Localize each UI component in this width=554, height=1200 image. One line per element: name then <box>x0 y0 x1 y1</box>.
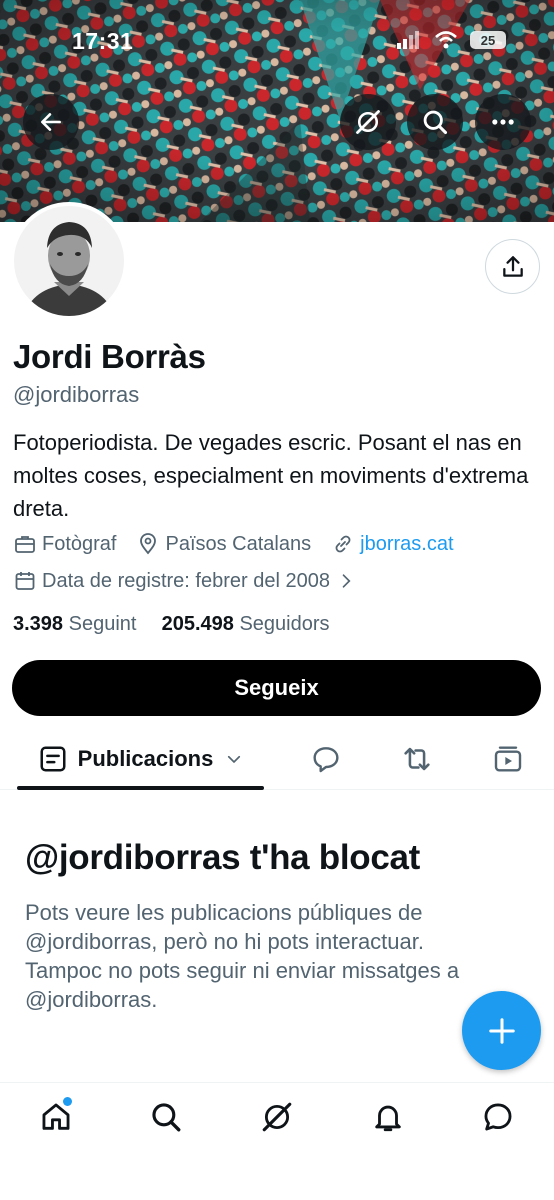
nav-home[interactable] <box>36 1097 76 1137</box>
grok-icon <box>356 110 380 134</box>
tab-media[interactable] <box>491 742 525 776</box>
following-stat[interactable]: 3.398 Seguint <box>13 613 136 635</box>
arrow-left-icon <box>41 113 61 131</box>
more-icon <box>492 119 514 125</box>
profile-stats: 3.398 Seguint 205.498 Seguidors <box>13 613 330 636</box>
grok-button[interactable] <box>340 94 396 150</box>
profile-banner[interactable]: 17:31 25 <box>0 0 554 222</box>
compose-button[interactable] <box>462 991 541 1070</box>
chevron-down-icon <box>228 755 241 764</box>
plus-icon <box>488 1017 515 1044</box>
avatar-image <box>14 206 124 316</box>
profile-tabs: Publicacions <box>0 728 554 790</box>
profile-joined[interactable]: Data de registre: febrer del 2008 <box>13 569 356 593</box>
nav-messages[interactable] <box>478 1097 518 1137</box>
search-icon <box>423 110 448 135</box>
nav-notifications[interactable] <box>368 1097 408 1137</box>
tab-reposts[interactable] <box>400 742 434 776</box>
profile-location: Països Catalans <box>136 532 311 556</box>
bell-icon <box>375 1105 401 1132</box>
status-bar: 17:31 25 <box>0 0 554 80</box>
video-icon <box>494 746 522 772</box>
reply-icon <box>313 747 339 773</box>
search-button[interactable] <box>407 94 463 150</box>
avatar[interactable] <box>10 202 128 320</box>
back-button[interactable] <box>23 94 79 150</box>
messages-icon <box>484 1103 512 1131</box>
briefcase-icon <box>15 536 35 553</box>
grok-icon <box>262 1102 292 1132</box>
nav-grok[interactable] <box>257 1097 297 1137</box>
wifi-icon <box>435 31 457 49</box>
posts-icon <box>40 746 66 772</box>
nav-search[interactable] <box>146 1097 186 1137</box>
profile-bio: Fotoperiodista. De vegades escric. Posan… <box>13 430 529 521</box>
bottom-nav <box>0 1082 554 1200</box>
follow-button[interactable]: Segueix <box>12 660 541 716</box>
profile-category: Fotògraf <box>13 532 116 556</box>
share-button[interactable] <box>485 239 540 294</box>
active-tab-indicator <box>17 786 264 790</box>
followers-stat[interactable]: 205.498 Seguidors <box>162 613 330 635</box>
battery-indicator: 25 <box>470 31 506 49</box>
search-icon <box>152 1103 181 1132</box>
tab-posts[interactable]: Publicacions <box>17 728 264 790</box>
profile-website[interactable]: jborras.cat <box>331 532 454 556</box>
blocked-title: @jordiborras t'ha blocat <box>25 838 421 877</box>
profile-name: Jordi Borràs <box>13 338 206 375</box>
blocked-message: Pots veure les publicacions públiques de… <box>25 900 460 1012</box>
profile-handle: @jordiborras <box>13 382 140 407</box>
repost-icon <box>404 747 430 771</box>
tab-replies[interactable] <box>309 742 343 776</box>
more-button[interactable] <box>475 94 531 150</box>
status-time: 17:31 <box>72 28 134 54</box>
notification-dot <box>63 1097 72 1106</box>
signal-icon <box>397 31 419 49</box>
share-icon <box>502 255 523 277</box>
profile-meta: Fotògraf Països Catalans jborras.cat <box>13 532 474 556</box>
chevron-right-icon <box>342 574 351 588</box>
calendar-icon <box>15 572 35 590</box>
location-pin-icon <box>140 533 157 555</box>
link-icon <box>335 535 351 553</box>
